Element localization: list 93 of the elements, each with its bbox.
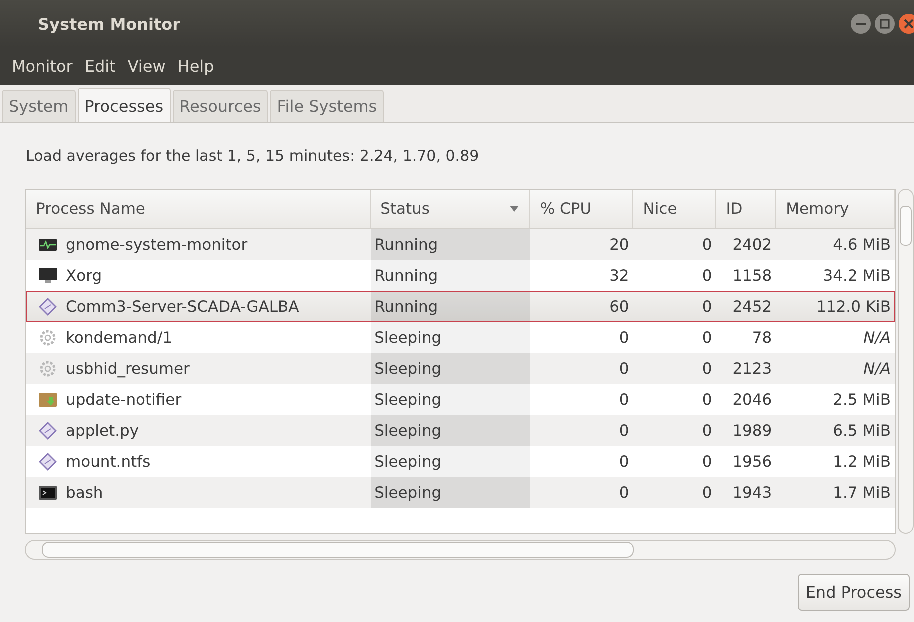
table-cell: Running (374, 266, 438, 284)
column-header[interactable]: Status (370, 190, 530, 228)
table-cell: 112.0 KiB (816, 298, 891, 316)
table-cell: Xorg (66, 266, 102, 284)
table-cell: 34.2 MiB (823, 266, 891, 284)
table-cell: 1989 (732, 422, 772, 440)
minimize-icon[interactable] (850, 13, 872, 35)
diamond-icon (38, 422, 58, 440)
process-row[interactable]: Comm3-Server-SCADA-GALBA Running 60 0 2452 112.0 KiB (26, 291, 895, 322)
table-cell: Running (374, 298, 438, 316)
table-cell: 2123 (732, 360, 772, 378)
table-cell: N/A (864, 360, 891, 378)
table-cell: Sleeping (374, 452, 442, 470)
table-cell: Sleeping (374, 484, 442, 502)
menu-item[interactable]: Edit (78, 53, 122, 80)
table-cell: usbhid_resumer (66, 360, 190, 378)
table-cell: Running (374, 236, 438, 254)
menu-item[interactable]: Help (172, 53, 220, 80)
table-cell: 1956 (732, 452, 772, 470)
table-cell: mount.ntfs (66, 452, 151, 470)
table-cell: 0 (702, 422, 712, 440)
process-row[interactable]: bash Sleeping 0 0 1943 1.7 MiB (26, 477, 895, 508)
terminal-icon (38, 484, 58, 502)
table-cell: Sleeping (374, 360, 442, 378)
table-cell: bash (66, 484, 104, 502)
vertical-scrollbar[interactable] (898, 189, 914, 534)
gear-icon (38, 360, 58, 378)
table-cell: 4.6 MiB (833, 236, 891, 254)
tab[interactable]: System (2, 90, 76, 122)
package-icon (38, 390, 58, 408)
table-cell: N/A (864, 328, 891, 346)
process-row[interactable]: gnome-system-monitor Running 20 0 2402 4.6 MiB (26, 229, 895, 260)
table-cell: Sleeping (374, 422, 442, 440)
table-cell: 78 (752, 328, 772, 346)
table-cell: 2402 (732, 236, 772, 254)
table-cell: Sleeping (374, 328, 442, 346)
table-cell: gnome-system-monitor (66, 236, 248, 254)
table-cell: 0 (619, 484, 630, 502)
table-cell: 0 (619, 328, 630, 346)
gear-icon (38, 328, 58, 346)
table-cell: 0 (619, 452, 630, 470)
diamond-icon (38, 452, 58, 470)
table-cell: 2452 (732, 298, 772, 316)
table-cell: 1158 (732, 266, 772, 284)
table-cell: 2.5 MiB (833, 390, 891, 408)
table-cell: applet.py (66, 422, 140, 440)
process-row[interactable]: mount.ntfs Sleeping 0 0 1956 1.2 MiB (26, 446, 895, 477)
table-cell: 0 (702, 360, 712, 378)
end-process-button[interactable]: End Process (798, 574, 910, 611)
table-cell: 0 (702, 328, 712, 346)
table-cell: 0 (702, 484, 712, 502)
column-header[interactable]: Process Name (26, 190, 371, 228)
table-cell: 0 (702, 236, 712, 254)
column-header[interactable]: % CPU (530, 190, 634, 228)
horizontal-scrollbar[interactable] (25, 540, 896, 560)
table-cell: 1.2 MiB (833, 452, 891, 470)
table-cell: update-notifier (66, 390, 182, 408)
menu-item[interactable]: Monitor (6, 53, 79, 80)
window-title: System Monitor (38, 14, 181, 34)
process-row[interactable]: applet.py Sleeping 0 0 1989 6.5 MiB (26, 415, 895, 446)
column-header[interactable]: Nice (633, 190, 716, 228)
table-cell: 0 (619, 422, 630, 440)
menu-item[interactable]: View (122, 53, 172, 80)
table-cell: 0 (702, 390, 712, 408)
table-cell: 0 (702, 298, 712, 316)
process-row[interactable]: kondemand/1 Sleeping 0 0 78 N/A (26, 322, 895, 353)
table-cell: 60 (610, 298, 630, 316)
table-cell: 0 (619, 390, 630, 408)
tab[interactable]: Processes (78, 88, 171, 122)
table-cell: Sleeping (374, 390, 442, 408)
tab[interactable]: File Systems (270, 90, 384, 122)
tab[interactable]: Resources (172, 90, 268, 122)
process-row[interactable]: Xorg Running 32 0 1158 34.2 MiB (26, 260, 895, 291)
table-cell: kondemand/1 (66, 328, 172, 346)
table-cell: 32 (610, 266, 630, 284)
load-averages-text: Load averages for the last 1, 5, 15 minutes: 2.24, 1.70, 0.89 (26, 147, 480, 165)
diamond-icon (38, 298, 58, 316)
table-cell: 0 (702, 266, 712, 284)
table-cell: 2046 (732, 390, 772, 408)
process-row[interactable]: usbhid_resumer Sleeping 0 0 2123 N/A (26, 353, 895, 384)
process-row[interactable]: update-notifier Sleeping 0 0 2046 2.5 MiB (26, 384, 895, 415)
table-cell: 0 (702, 452, 712, 470)
table-cell: Comm3-Server-SCADA-GALBA (66, 298, 300, 316)
column-header[interactable]: ID (716, 190, 776, 228)
maximize-icon[interactable] (874, 13, 896, 35)
monitor-icon (38, 266, 58, 284)
table-cell: 1.7 MiB (833, 484, 891, 502)
column-header[interactable]: Memory (776, 190, 896, 228)
table-cell: 0 (619, 360, 630, 378)
table-cell: 20 (610, 236, 630, 254)
close-icon[interactable] (898, 13, 914, 35)
table-cell: 6.5 MiB (833, 422, 891, 440)
table-cell: 1943 (732, 484, 772, 502)
